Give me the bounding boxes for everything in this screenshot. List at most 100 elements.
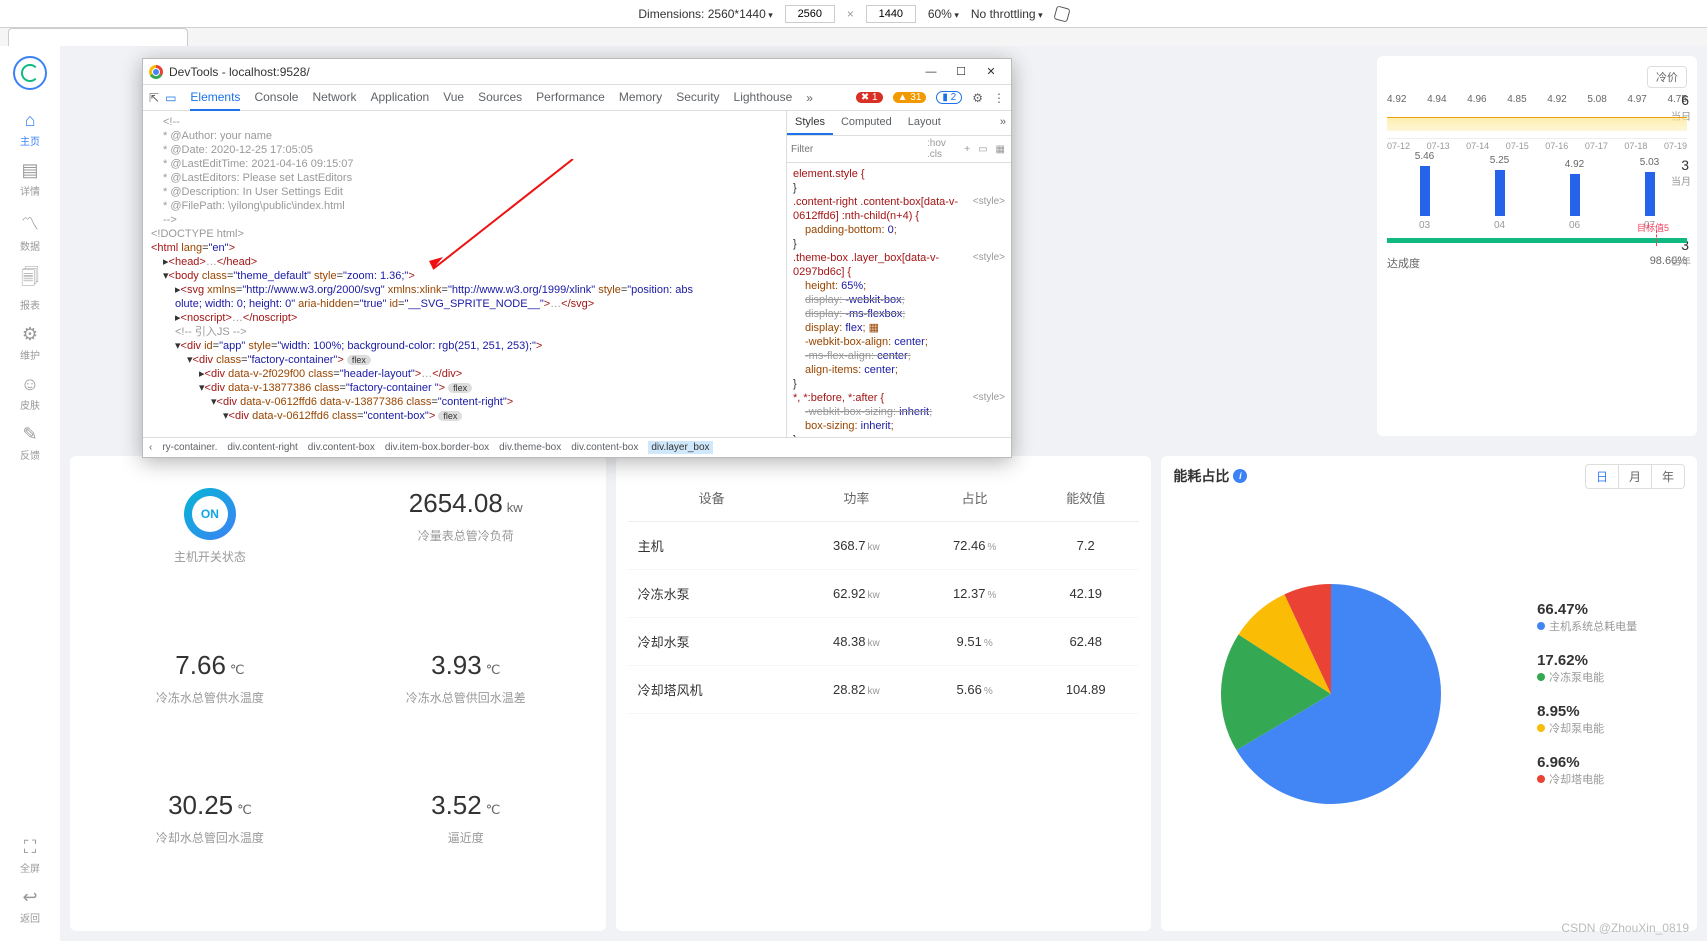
elements-panel[interactable]: <!-- * @Author: your name * @Date: 2020-… [143,111,786,437]
rotate-icon[interactable] [1053,5,1070,22]
sidebar-icon: ☺ [10,374,50,395]
breadcrumb[interactable]: ‹ry-container.div.content-rightdiv.conte… [143,437,1011,457]
legend-dot [1537,673,1545,681]
error-count[interactable]: ✖ 1 [856,92,883,103]
browser-tab[interactable] [8,28,188,46]
inspect-icon[interactable]: ⇱ [149,91,159,105]
more-tabs-icon[interactable]: » [806,91,813,105]
devtools-tab[interactable]: Elements [190,85,240,111]
devtools-tab[interactable]: Lighthouse [734,85,793,111]
styles-filter-input[interactable] [791,144,923,155]
info-icon[interactable]: i [1233,469,1247,483]
period-segmented[interactable]: 日月年 [1585,464,1685,489]
devtools-tab[interactable]: Sources [478,85,522,111]
throttle-dropdown[interactable]: No throttling [971,7,1043,21]
table-row: 冷却水泵48.38kw9.51%62.48 [628,618,1140,666]
achievement-label: 达成度 [1387,255,1420,271]
table-header: 能效值 [1032,474,1139,522]
sidebar-item-3[interactable]: 🗐报表 [10,259,50,318]
more-icon[interactable]: » [995,111,1011,135]
devtools-tab[interactable]: Vue [443,85,464,111]
metric-label: 冷却水总管回水温度 [82,829,338,846]
warning-count[interactable]: ▲ 31 [893,92,927,103]
dim-separator: × [847,7,854,21]
sidebar-item-6[interactable]: ✎反馈 [10,418,50,468]
breadcrumb-item[interactable]: div.content-box [308,442,375,453]
pie-title: 能耗占比i [1173,466,1247,486]
sidebar-item-label: 主页 [20,137,40,148]
devtools-device-toolbar: Dimensions: 2560*1440 × 60% No throttlin… [0,0,1707,28]
breadcrumb-item[interactable]: div.content-box [571,442,638,453]
metric-unit: ℃ [237,802,252,817]
line-value: 4.94 [1427,94,1446,105]
devtools-tab[interactable]: Console [254,85,298,111]
line-xlabel: 07-18 [1624,141,1647,151]
devtools-titlebar[interactable]: DevTools - localhost:9528/ — ☐ ✕ [143,59,1011,85]
devtools-tabs: ⇱ ▭ Elements Console Network Application Vue S… [143,85,1011,111]
close-button[interactable]: ✕ [977,62,1005,82]
table-row: 冷却塔风机28.82kw5.66%104.89 [628,666,1140,714]
sidebar-bottom-1[interactable]: ↩返回 [10,881,50,931]
device-mode-icon[interactable]: ▭ [976,143,989,156]
sidebar-item-4[interactable]: ⚙维护 [10,318,50,368]
styles-tab[interactable]: Layout [900,111,949,135]
line-xlabel: 07-15 [1506,141,1529,151]
line-chart [1387,109,1687,139]
breadcrumb-item[interactable]: div.layer_box [648,441,712,454]
sidebar-item-1[interactable]: ▤详情 [10,154,50,204]
period-tab[interactable]: 月 [1618,465,1651,488]
device-icon[interactable]: ▭ [165,91,176,105]
devtools-tab[interactable]: Application [370,85,429,111]
kebab-icon[interactable]: ⋮ [993,91,1005,105]
dimensions-dropdown[interactable]: Dimensions: 2560*1440 [638,7,772,21]
breadcrumb-item[interactable]: div.item-box.border-box [385,442,489,453]
hov-cls-toggle[interactable]: :hov .cls [927,138,958,160]
line-xlabel: 07-13 [1427,141,1450,151]
line-value: 4.92 [1387,94,1406,105]
period-tab[interactable]: 年 [1651,465,1684,488]
metric-2: 7.66℃冷冻水总管供水温度 [82,638,338,779]
breadcrumb-item[interactable]: ry-container. [162,442,217,453]
styles-tab[interactable]: Styles [787,111,833,135]
settings-icon[interactable]: ⚙ [972,91,983,105]
minimize-button[interactable]: — [917,62,945,82]
height-input[interactable] [866,5,916,23]
styles-rules[interactable]: element.style {}<style>.content-right .c… [787,163,1011,437]
metric-unit: ℃ [486,662,501,677]
sidebar-item-2[interactable]: 〽数据 [10,204,50,259]
info-count[interactable]: ▮ 2 [936,91,962,104]
layout-icon[interactable]: ▦ [994,143,1007,156]
sidebar-item-label: 报表 [20,301,40,312]
devtools-tab[interactable]: Memory [619,85,662,111]
sidebar-bottom-0[interactable]: ⛶全屏 [10,831,50,881]
devtools-window[interactable]: DevTools - localhost:9528/ — ☐ ✕ ⇱ ▭ Elem… [142,58,1012,458]
breadcrumb-item[interactable]: div.content-right [227,442,297,453]
sidebar-icon: ⛶ [10,837,50,858]
metric-value: 7.66 [175,650,226,680]
zoom-dropdown[interactable]: 60% [928,7,959,21]
breadcrumb-item[interactable]: div.theme-box [499,442,561,453]
devtools-tab[interactable]: Security [676,85,719,111]
devtools-tab[interactable]: Performance [536,85,605,111]
energy-pie-card: 能耗占比i 日月年 66.47%主机系统总耗电量17.62%冷冻泵电能8.95%… [1161,456,1697,931]
period-tab[interactable]: 日 [1586,465,1618,488]
line-value: 4.96 [1467,94,1486,105]
add-rule-icon[interactable]: + [962,143,972,156]
styles-panel: StylesComputedLayout » :hov .cls + ▭ ▦ el… [786,111,1011,437]
sidebar-item-0[interactable]: ⌂主页 [10,104,50,154]
table-header: 功率 [795,474,917,522]
styles-tab[interactable]: Computed [833,111,900,135]
maximize-button[interactable]: ☐ [947,62,975,82]
sidebar-icon: 〽 [10,210,50,236]
devtools-tab[interactable]: Network [312,85,356,111]
metric-label: 冷量表总管冷负荷 [338,527,594,544]
width-input[interactable] [785,5,835,23]
sidebar-item-label: 维护 [20,351,40,362]
line-xlabel: 07-14 [1466,141,1489,151]
table-header: 设备 [628,474,796,522]
metric-label: 冷冻水总管供回水温差 [338,689,594,706]
price-toggle[interactable]: 冷价 [1647,66,1687,88]
table-row: 主机368.7kw72.46%7.2 [628,522,1140,570]
sidebar-item-5[interactable]: ☺皮肤 [10,368,50,418]
metric-value: 30.25 [168,790,233,820]
